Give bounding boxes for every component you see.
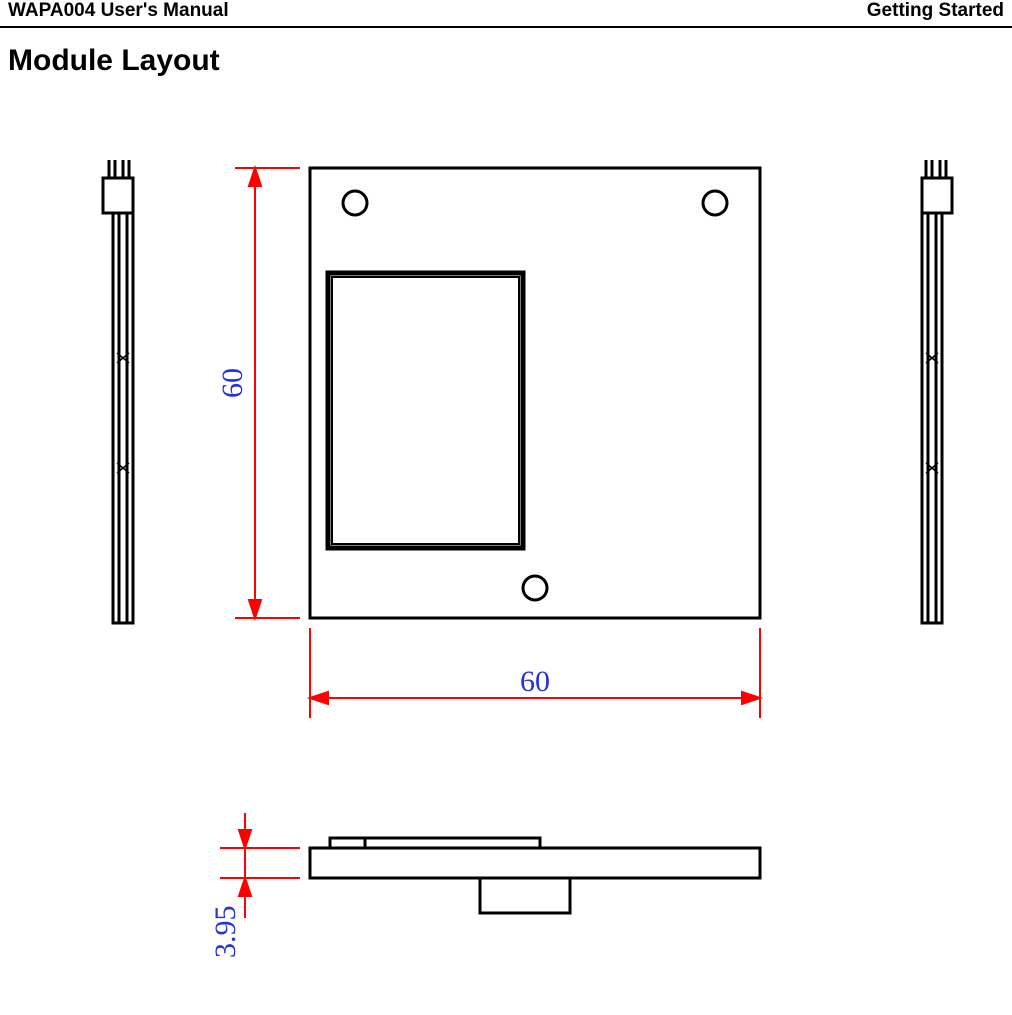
dim-thickness: 3.95 <box>209 906 242 959</box>
header-left: WAPA004 User's Manual <box>8 0 229 22</box>
dim-width: 60 <box>520 665 550 698</box>
dim-height: 60 <box>216 368 249 398</box>
header-right: Getting Started <box>867 0 1004 22</box>
technical-drawing: 60 60 3.95 <box>0 78 1012 978</box>
page-header: WAPA004 User's Manual Getting Started <box>0 0 1012 28</box>
section-title: Module Layout <box>0 28 1012 78</box>
